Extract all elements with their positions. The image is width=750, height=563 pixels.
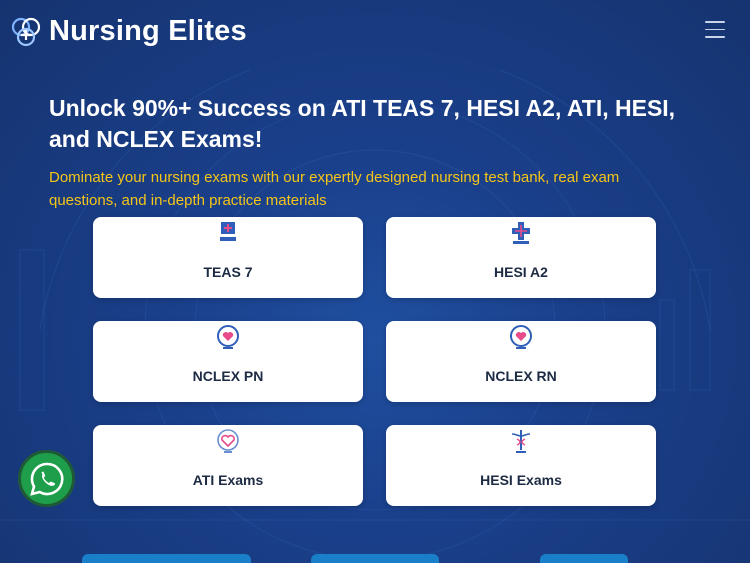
exam-card-label: NCLEX PN xyxy=(192,368,264,384)
hesi-a2-logo-icon xyxy=(512,222,530,244)
ati-heart-logo-icon xyxy=(217,429,239,453)
brand-name: Nursing Elites xyxy=(49,15,247,47)
stethoscope-plus-icon xyxy=(11,17,41,46)
brand-logo[interactable]: Nursing Elites xyxy=(10,15,247,48)
bottom-card-peek xyxy=(82,554,251,563)
hamburger-menu-icon xyxy=(705,21,725,23)
exam-card-label: ATI Exams xyxy=(192,472,264,488)
exam-card-label: HESI Exams xyxy=(480,472,562,488)
exam-card-hesi[interactable]: HESI Exams xyxy=(386,425,656,506)
hero-subtitle: Dominate your nursing exams with our exp… xyxy=(49,169,620,209)
hero-title: Unlock 90%+ Success on ATI TEAS 7, HESI … xyxy=(49,95,676,152)
whatsapp-icon xyxy=(29,462,64,496)
bottom-card-peek xyxy=(540,554,628,563)
menu-button[interactable] xyxy=(705,21,725,38)
nclex-heart-logo-icon xyxy=(510,325,532,349)
exam-card-teas7[interactable]: TEAS 7 xyxy=(93,217,363,298)
whatsapp-button[interactable] xyxy=(18,450,75,507)
exam-card-nclex-rn[interactable]: NCLEX RN xyxy=(386,321,656,402)
bottom-card-peek xyxy=(311,554,439,563)
exam-card-ati[interactable]: ATI Exams xyxy=(93,425,363,506)
exam-card-label: NCLEX RN xyxy=(485,368,557,384)
caduceus-logo-icon xyxy=(511,430,531,453)
teas7-logo-icon xyxy=(220,222,236,241)
exam-card-label: TEAS 7 xyxy=(203,264,253,280)
exam-card-label: HESI A2 xyxy=(494,264,548,280)
site-header: Nursing Elites xyxy=(0,0,750,62)
exam-card-nclex-pn[interactable]: NCLEX PN xyxy=(93,321,363,402)
exam-card-hesi-a2[interactable]: HESI A2 xyxy=(386,217,656,298)
nclex-heart-logo-icon xyxy=(217,325,239,349)
